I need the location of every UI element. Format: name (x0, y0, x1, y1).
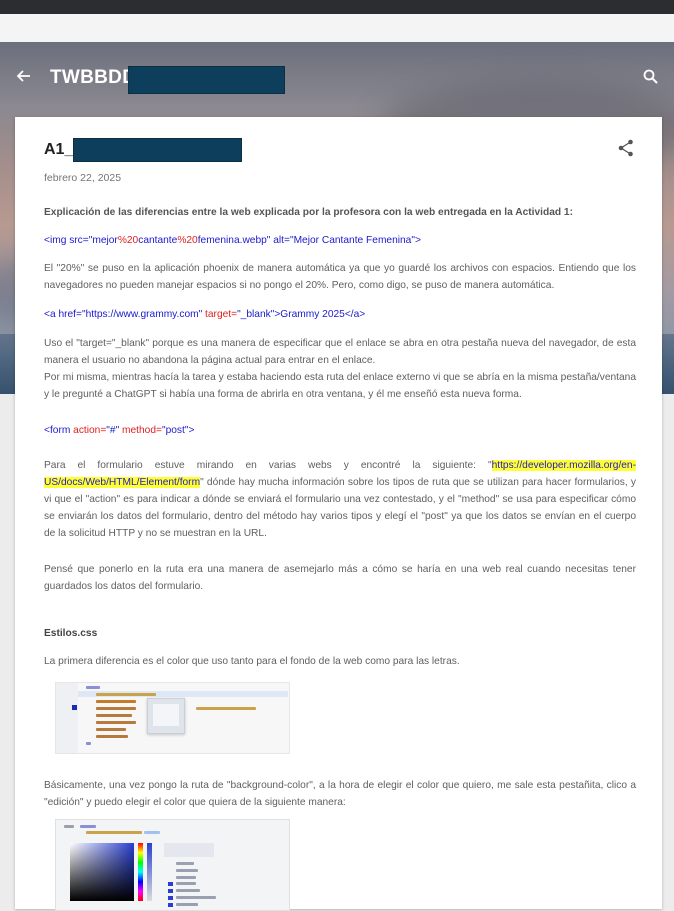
code-img-line: <img src="mejor%20cantante%20femenina.we… (44, 235, 421, 246)
blog-header: TWBBDD_ (0, 56, 674, 100)
paragraph-20: El "20%" se puso en la aplicación phoeni… (44, 263, 636, 291)
top-strip (0, 14, 674, 42)
redaction-box (128, 66, 285, 94)
paragraph-pense: Pensé que ponerlo en la ruta era una man… (44, 564, 636, 592)
share-icon[interactable] (618, 139, 634, 157)
section-heading-css: Estilos.css (44, 628, 98, 639)
paragraph-blank-2: Por mi misma, mientras hacía la tarea y … (44, 372, 636, 400)
intro-paragraph: Explicación de las diferencias entre la … (44, 207, 573, 218)
code-a-line: <a href="https://www.grammy.com" target=… (44, 309, 366, 320)
code-form-line: <form action="#" method="post"> (44, 425, 195, 436)
arrow-left-icon[interactable] (14, 66, 34, 86)
paragraph-basic: Básicamente, una vez pongo la ruta de "b… (44, 780, 636, 808)
post-card: A1_ febrero 22, 2025 Explicación de las … (15, 117, 662, 911)
browser-top-bar (0, 0, 674, 14)
search-icon[interactable] (642, 68, 660, 86)
post-date: febrero 22, 2025 (44, 172, 122, 184)
paragraph-blank-1: Uso el "target="_blank" porque es una ma… (44, 338, 636, 366)
color-picker-screenshot[interactable] (55, 819, 290, 911)
paragraph-form: Para el formulario estuve mirando en var… (44, 460, 636, 539)
post-title[interactable]: A1_ (44, 141, 73, 159)
paragraph-color: La primera diferencia es el color que us… (44, 656, 460, 667)
code-editor-screenshot[interactable] (55, 682, 290, 754)
redaction-box (73, 138, 242, 162)
